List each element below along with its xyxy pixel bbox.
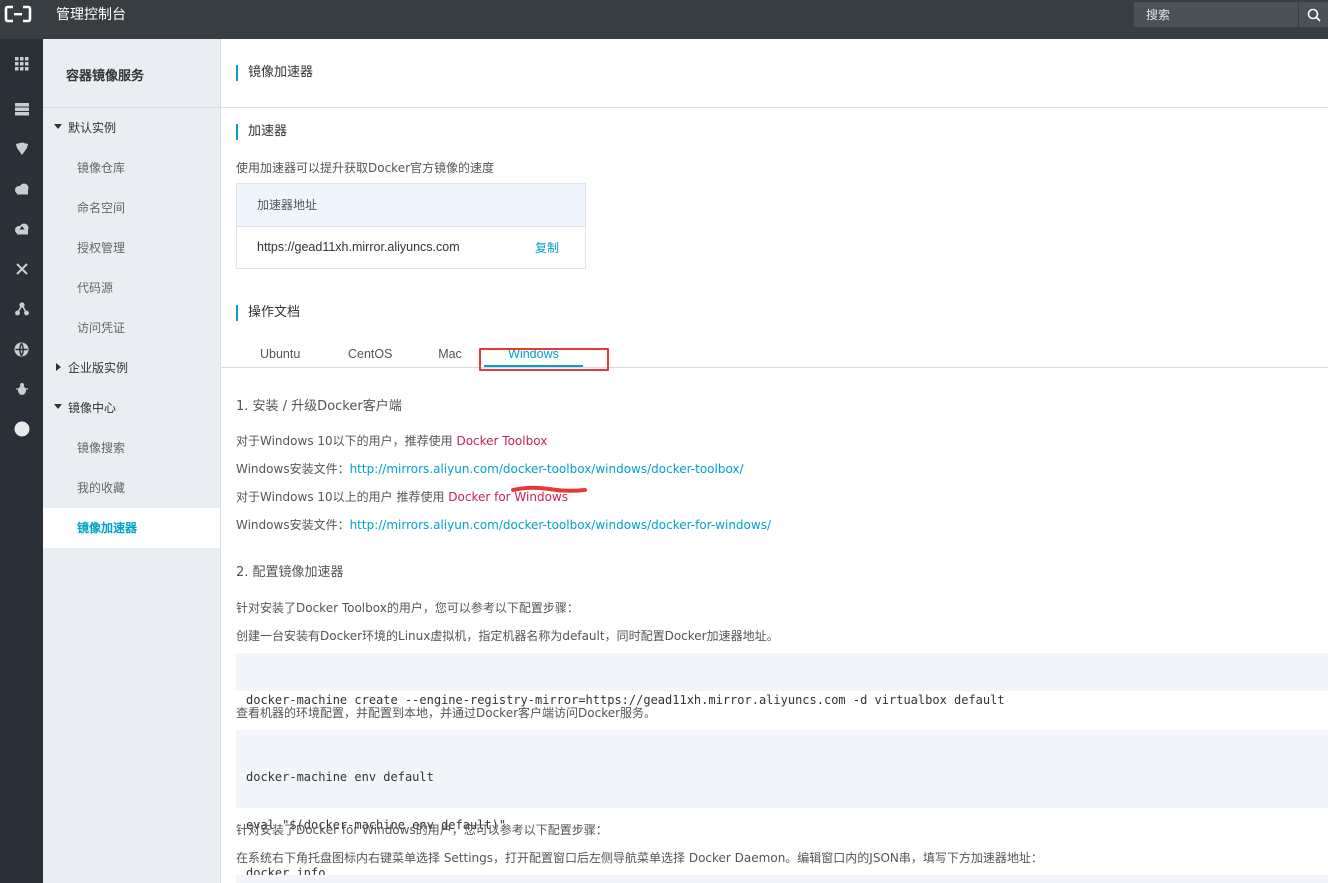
top-bar: 管理控制台 [0, 0, 1328, 39]
sidebar-item-image-search[interactable]: 镜像搜索 [43, 428, 220, 468]
docker-for-windows-config-intro: 针对安装了Docker for Windows的用户，您可以参考以下配置步骤： [236, 823, 608, 837]
sidebar-group-default-instance[interactable]: 默认实例 [43, 108, 220, 148]
tab-centos[interactable]: CentOS [348, 345, 392, 365]
sidebar-group-image-center[interactable]: 镜像中心 [43, 388, 220, 428]
cloud-icon[interactable] [0, 169, 43, 209]
console-title[interactable]: 管理控制台 [56, 0, 126, 30]
docker-for-windows-link[interactable]: Docker for Windows [448, 490, 568, 504]
caret-down-icon [54, 404, 62, 409]
caret-right-icon [56, 363, 61, 371]
page-header: 镜像加速器 [221, 39, 1328, 108]
cloud-upload-icon[interactable] [0, 209, 43, 249]
step2-title: 2. 配置镜像加速器 [236, 565, 344, 580]
accelerator-section-title: 加速器 [236, 124, 287, 140]
page-title: 镜像加速器 [236, 65, 313, 81]
sidebar-item-favorites[interactable]: 我的收藏 [43, 468, 220, 508]
sidebar-title: 容器镜像服务 [43, 39, 220, 108]
circle-icon[interactable] [0, 409, 43, 449]
toolbox-installer-line: Windows安装文件：http://mirrors.aliyun.com/do… [236, 462, 744, 476]
sidebar-group-enterprise-instance[interactable]: 企业版实例 [43, 348, 220, 388]
nodes-icon[interactable] [0, 289, 43, 329]
search-icon [1307, 8, 1321, 22]
bug-icon[interactable] [0, 369, 43, 409]
accelerator-description: 使用加速器可以提升获取Docker官方镜像的速度 [236, 161, 495, 175]
grid-icon[interactable] [0, 44, 43, 84]
shield-icon[interactable] [0, 129, 43, 169]
docs-section-title: 操作文档 [236, 305, 300, 321]
tab-mac[interactable]: Mac [438, 345, 462, 365]
icon-rail [0, 39, 43, 883]
sidebar-item-code-source[interactable]: 代码源 [43, 268, 220, 308]
toolbox-config-intro: 针对安装了Docker Toolbox的用户，您可以参考以下配置步骤： [236, 601, 579, 615]
server-icon[interactable] [0, 89, 43, 129]
toolbox-installer-link[interactable]: http://mirrors.aliyun.com/docker-toolbox… [350, 462, 744, 476]
step1-title: 1. 安装 / 升级Docker客户端 [236, 399, 402, 414]
search-input[interactable] [1134, 2, 1296, 27]
sidebar-item-authorization[interactable]: 授权管理 [43, 228, 220, 268]
accelerator-box: 加速器地址 https://gead11xh.mirror.aliyuncs.c… [236, 183, 586, 269]
caret-down-icon [54, 124, 62, 129]
create-vm-instruction: 创建一台安装有Docker环境的Linux虚拟机，指定机器名称为default，… [236, 629, 779, 643]
docker-for-windows-recommend-line: 对于Windows 10以上的用户 推荐使用 Docker for Window… [236, 490, 568, 504]
aliyun-logo-icon[interactable] [4, 4, 32, 24]
network-icon[interactable] [0, 249, 43, 289]
accelerator-box-header: 加速器地址 [237, 184, 585, 227]
docker-for-windows-installer-line: Windows安装文件：http://mirrors.aliyun.com/do… [236, 518, 771, 532]
os-tabs: Ubuntu CentOS Mac Windows [221, 345, 1328, 368]
toolbox-recommend-line: 对于Windows 10以下的用户，推荐使用 Docker Toolbox [236, 434, 548, 448]
tab-windows[interactable]: Windows [484, 345, 583, 367]
docker-for-windows-installer-link[interactable]: http://mirrors.aliyun.com/docker-toolbox… [350, 518, 771, 532]
sidebar-item-repositories[interactable]: 镜像仓库 [43, 148, 220, 188]
sidebar-item-access-credentials[interactable]: 访问凭证 [43, 308, 220, 348]
env-config-instruction: 查看机器的环境配置，并配置到本地，并通过Docker客户端访问Docker服务。 [236, 706, 657, 720]
search-button[interactable] [1298, 2, 1328, 27]
tab-ubuntu[interactable]: Ubuntu [260, 345, 300, 365]
main-content: 镜像加速器 加速器 使用加速器可以提升获取Docker官方镜像的速度 加速器地址… [221, 39, 1328, 883]
globe-icon[interactable] [0, 329, 43, 369]
sidebar-item-namespaces[interactable]: 命名空间 [43, 188, 220, 228]
sidebar-item-accelerator[interactable]: 镜像加速器 [43, 508, 220, 548]
sidebar: 容器镜像服务 默认实例 镜像仓库 命名空间 授权管理 代码源 访问凭证 企业版实… [43, 39, 221, 883]
code-block-env: docker-machine env default eval "$(docke… [236, 730, 1328, 880]
docker-toolbox-link[interactable]: Docker Toolbox [456, 434, 547, 448]
accelerator-url: https://gead11xh.mirror.aliyuncs.com [257, 240, 460, 254]
code-block-create-machine: docker-machine create --engine-registry-… [236, 653, 1328, 707]
search-box [1134, 2, 1328, 27]
settings-instruction: 在系统右下角托盘图标内右键菜单选择 Settings，打开配置窗口后左侧导航菜单… [236, 851, 1043, 865]
code-block-json [236, 875, 1328, 883]
copy-link[interactable]: 复制 [535, 239, 559, 256]
